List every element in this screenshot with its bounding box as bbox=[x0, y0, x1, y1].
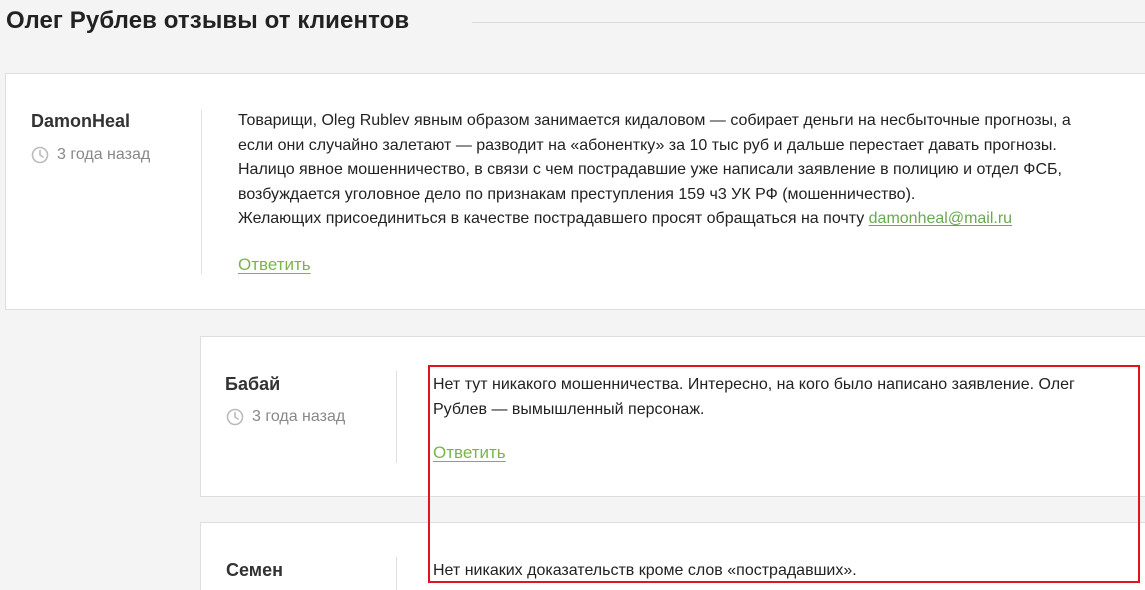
comment-line: Налицо явное мошенничество, в связи с че… bbox=[238, 161, 1062, 178]
comment-line: Желающих присоединиться в качестве постр… bbox=[238, 207, 1143, 232]
comment-time: 3 года назад bbox=[57, 146, 151, 163]
comment-body: Нет тут никакого мошенничества. Интересн… bbox=[433, 373, 1143, 422]
comment-line: если они случайно залетают — разводит на… bbox=[238, 136, 1057, 154]
comment-line-text: Желающих присоединиться в качестве постр… bbox=[238, 210, 869, 227]
comment-meta: 3 года назад bbox=[31, 146, 150, 164]
title-divider bbox=[472, 22, 1145, 23]
comment-body: Товарищи, Oleg Rublev явным образом зани… bbox=[238, 109, 1143, 232]
comment-line: Нет никаких доказательств кроме слов «по… bbox=[433, 562, 857, 579]
comment-line: Нет тут никакого мошенничества. Интересн… bbox=[433, 376, 1075, 393]
comment-card: Бабай 3 года назад Нет тут никакого моше… bbox=[200, 336, 1145, 497]
comment-line: Рублев — вымышленный персонаж. bbox=[433, 400, 705, 418]
comment-meta: 3 года назад bbox=[226, 408, 345, 426]
comment-card: DamonHeal 3 года назад Товарищи, Oleg Ru… bbox=[5, 73, 1145, 310]
reply-button[interactable]: Ответить bbox=[433, 443, 506, 463]
email-link[interactable]: damonheal@mail.ru bbox=[869, 210, 1012, 227]
comment-author: Бабай bbox=[225, 374, 281, 394]
comment-author: Семен bbox=[226, 560, 283, 580]
comment-divider bbox=[396, 557, 397, 590]
clock-icon bbox=[226, 408, 244, 426]
comment-time: 3 года назад bbox=[252, 408, 346, 425]
reply-button[interactable]: Ответить bbox=[238, 255, 311, 275]
clock-icon bbox=[31, 146, 49, 164]
comment-divider bbox=[201, 110, 202, 274]
page-header: Олег Рублев отзывы от клиентов bbox=[0, 0, 1145, 50]
page: Олег Рублев отзывы от клиентов DamonHeal… bbox=[0, 0, 1145, 590]
comment-divider bbox=[396, 371, 397, 463]
page-title: Олег Рублев отзывы от клиентов bbox=[6, 7, 410, 34]
comment-card: Семен Нет никаких доказательств кроме сл… bbox=[200, 522, 1145, 590]
comment-author: DamonHeal bbox=[31, 111, 131, 131]
comment-body: Нет никаких доказательств кроме слов «по… bbox=[433, 559, 1143, 584]
comment-line: Товарищи, Oleg Rublev явным образом зани… bbox=[238, 112, 1071, 129]
comment-line: возбуждается уголовное дело по признакам… bbox=[238, 185, 916, 203]
